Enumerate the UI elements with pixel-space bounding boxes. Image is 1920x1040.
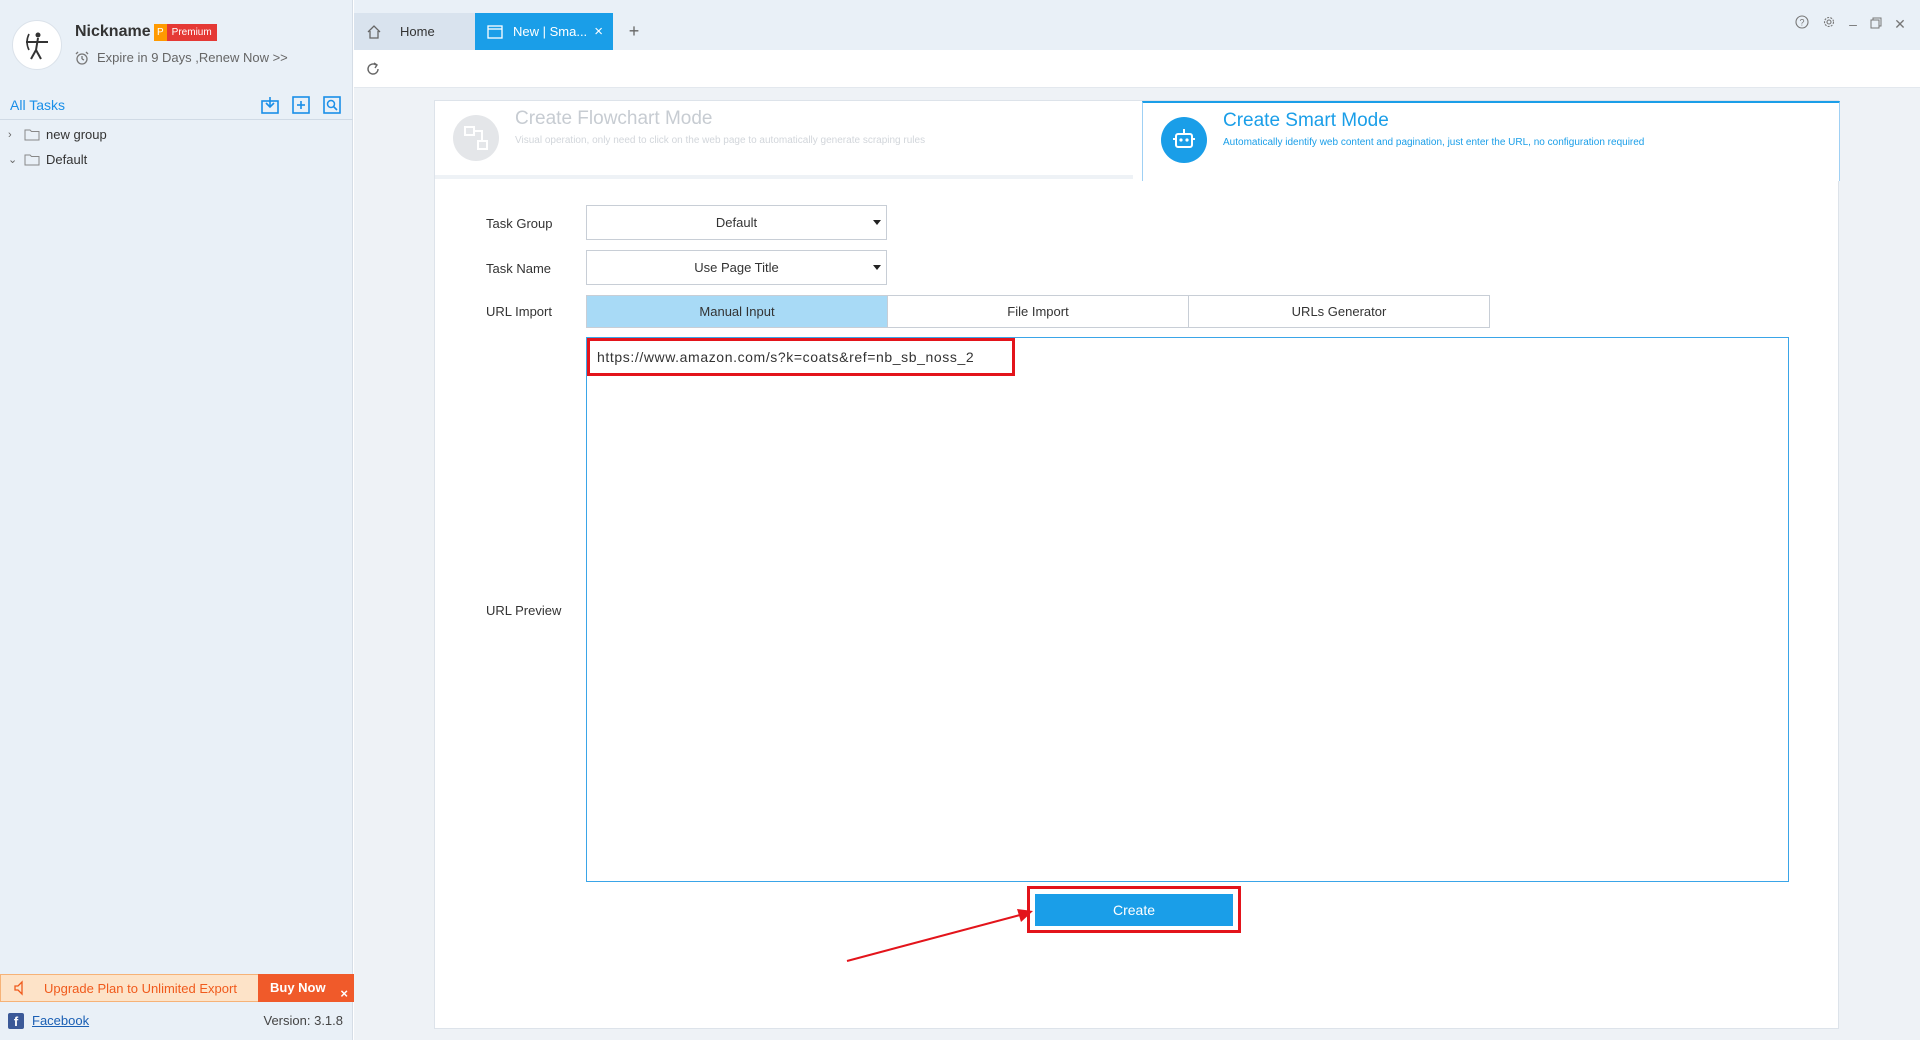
tab-file-import[interactable]: File Import	[888, 296, 1189, 327]
expire-notice[interactable]: Expire in 9 Days ,Renew Now >>	[75, 50, 288, 65]
premium-badge-letter: P	[154, 24, 167, 41]
premium-badge: P Premium	[154, 24, 217, 41]
version-label: Version: 3.1.8	[263, 1013, 344, 1028]
tab-bar: Home New | Sma... × + ? – ✕	[354, 0, 1920, 50]
task-name-value: Use Page Title	[694, 260, 779, 275]
add-tab-button[interactable]: +	[619, 13, 649, 50]
smart-mode-desc: Automatically identify web content and p…	[1223, 137, 1645, 148]
task-group-select[interactable]: Default	[586, 205, 887, 240]
task-tree: › new group ⌄ Default	[0, 122, 353, 172]
folder-icon	[24, 129, 40, 141]
task-group-label: Task Group	[486, 216, 553, 231]
avatar[interactable]	[12, 20, 62, 70]
profile-header: Nickname P Premium Expire in 9 Days ,Ren…	[0, 0, 353, 90]
create-highlight-box: Create	[1027, 886, 1241, 933]
task-group-value: Default	[715, 215, 758, 230]
svg-text:?: ?	[1799, 18, 1804, 28]
tab-urls-generator[interactable]: URLs Generator	[1189, 296, 1489, 327]
restore-icon[interactable]	[1866, 14, 1886, 34]
settings-gear-icon[interactable]	[1819, 14, 1839, 34]
tab-new-smart[interactable]: New | Sma... ×	[475, 13, 613, 50]
import-task-icon[interactable]	[260, 95, 280, 115]
tree-item-label: new group	[46, 127, 107, 142]
url-import-label: URL Import	[486, 304, 552, 319]
chevron-right-icon[interactable]: ›	[8, 129, 18, 141]
flowchart-mode-title: Create Flowchart Mode	[515, 108, 713, 129]
smart-mode-title: Create Smart Mode	[1223, 110, 1389, 131]
browser-toolbar	[354, 50, 1920, 88]
sidebar-footer: f Facebook Version: 3.1.8	[0, 1008, 353, 1034]
sidebar: Nickname P Premium Expire in 9 Days ,Ren…	[0, 0, 354, 1040]
close-window-icon[interactable]: ✕	[1890, 14, 1910, 34]
alarm-clock-icon	[75, 51, 89, 65]
folder-icon	[24, 154, 40, 166]
url-import-tabs: Manual Input File Import URLs Generator	[586, 295, 1490, 328]
speaker-icon	[14, 980, 23, 996]
flowchart-icon	[453, 115, 499, 161]
mode-flowchart-card[interactable]: Create Flowchart Mode Visual operation, …	[435, 101, 1133, 179]
flowchart-mode-desc: Visual operation, only need to click on …	[515, 135, 926, 146]
expire-text: Expire in 9 Days ,Renew Now >>	[97, 50, 288, 65]
refresh-icon[interactable]	[364, 60, 382, 78]
close-icon[interactable]: ×	[340, 980, 348, 1008]
tab-home-label: Home	[400, 24, 435, 39]
all-tasks-label[interactable]: All Tasks	[10, 97, 65, 113]
tasks-header: All Tasks	[0, 92, 353, 120]
facebook-link[interactable]: Facebook	[32, 1013, 89, 1028]
url-text[interactable]: https://www.amazon.com/s?k=coats&ref=nb_…	[597, 349, 974, 365]
search-task-icon[interactable]	[322, 95, 342, 115]
main-area: Create Flowchart Mode Visual operation, …	[354, 88, 1920, 1040]
tab-home[interactable]: Home	[354, 13, 475, 50]
minimize-icon[interactable]: –	[1843, 14, 1863, 34]
upgrade-text[interactable]: Upgrade Plan to Unlimited Export	[44, 981, 237, 996]
task-name-select[interactable]: Use Page Title	[586, 250, 887, 285]
buy-now-button[interactable]: Buy Now ×	[258, 974, 354, 1002]
chevron-down-icon[interactable]: ⌄	[8, 153, 18, 166]
dropdown-caret-icon	[873, 220, 881, 225]
upgrade-banner: Upgrade Plan to Unlimited Export Buy Now…	[0, 974, 354, 1002]
buy-now-label: Buy Now	[270, 980, 326, 995]
help-icon[interactable]: ?	[1792, 14, 1812, 34]
archer-logo-icon	[26, 32, 48, 60]
home-icon	[367, 25, 381, 39]
tree-item-new-group[interactable]: › new group	[0, 122, 353, 147]
mode-smart-card[interactable]: Create Smart Mode Automatically identify…	[1142, 101, 1840, 181]
new-task-icon[interactable]	[291, 95, 311, 115]
tree-item-label: Default	[46, 152, 88, 167]
facebook-icon[interactable]: f	[8, 1013, 24, 1029]
annotation-arrow-icon	[846, 909, 1033, 962]
dropdown-caret-icon	[873, 265, 881, 270]
url-input-area[interactable]: https://www.amazon.com/s?k=coats&ref=nb_…	[586, 337, 1789, 882]
tree-item-default[interactable]: ⌄ Default	[0, 147, 353, 172]
robot-icon	[1161, 117, 1207, 163]
premium-badge-label: Premium	[166, 24, 217, 41]
create-task-panel: Create Flowchart Mode Visual operation, …	[434, 100, 1840, 1029]
tab-new-label: New | Sma...	[513, 24, 588, 39]
tab-manual-input[interactable]: Manual Input	[587, 296, 888, 327]
nickname: Nickname	[75, 23, 151, 40]
task-name-label: Task Name	[486, 261, 552, 276]
tab-close-icon[interactable]: ×	[594, 23, 603, 40]
plus-icon: +	[628, 21, 640, 41]
browser-window-icon	[487, 25, 503, 39]
url-preview-label: URL Preview	[486, 603, 562, 618]
create-button[interactable]: Create	[1035, 894, 1233, 926]
